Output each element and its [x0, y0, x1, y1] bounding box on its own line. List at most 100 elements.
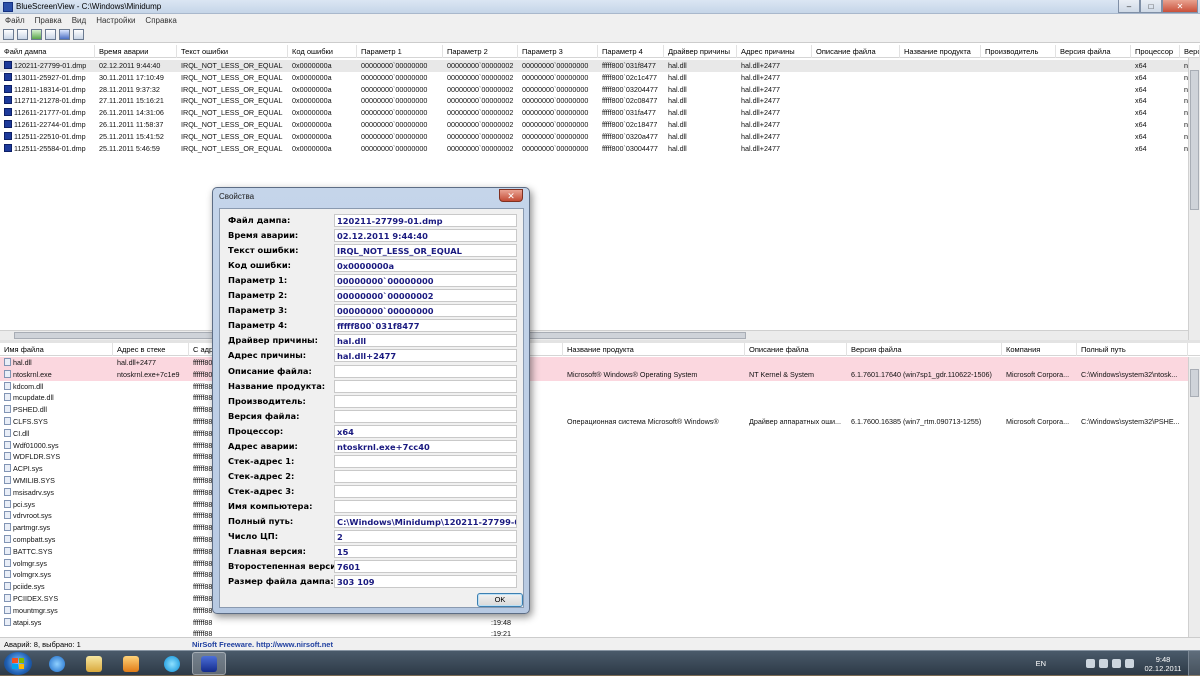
module-row[interactable]: vdrvroot.sysffffff88:19:11	[0, 510, 1188, 522]
refresh-icon[interactable]	[31, 28, 42, 40]
module-row[interactable]: WDFLDR.SYSffffff88:20:07	[0, 451, 1188, 463]
property-value-field[interactable]: 15	[334, 545, 517, 559]
property-value-field[interactable]: ntoskrnl.exe+7cc40	[334, 439, 517, 453]
column-header[interactable]: Полный путь	[1077, 343, 1188, 356]
column-header[interactable]: Адрес в стеке	[113, 343, 189, 356]
tray-expand-icon[interactable]	[1086, 659, 1095, 668]
column-header[interactable]: Описание файла	[745, 343, 847, 356]
show-desktop-button[interactable]	[1188, 651, 1200, 676]
module-row[interactable]: CI.dllffffff88:19:57	[0, 428, 1188, 440]
property-value-field[interactable]: 303 109	[334, 575, 517, 589]
property-value-field[interactable]: 00000000`00000000	[334, 274, 517, 288]
taskbar-bluescreenview[interactable]	[192, 652, 226, 675]
crash-row[interactable]: 113011-25927-01.dmp 30.11.2011 17:10:49 IR…	[0, 72, 1198, 84]
copy-icon[interactable]	[17, 28, 28, 40]
column-header[interactable]: Компания	[1002, 343, 1077, 356]
menu-view[interactable]: Вид	[67, 16, 91, 25]
property-value-field[interactable]: 02.12.2011 9:44:40	[334, 229, 517, 243]
menu-file[interactable]: Файл	[0, 16, 30, 25]
menu-settings[interactable]: Настройки	[91, 16, 140, 25]
html-report-icon[interactable]	[59, 28, 70, 40]
column-header[interactable]: Адрес причины	[737, 45, 812, 58]
module-row[interactable]: kdcom.dllffffff88:52:49	[0, 381, 1188, 393]
property-value-field[interactable]	[334, 379, 517, 393]
property-value-field[interactable]	[334, 499, 517, 513]
clock[interactable]: 9:48 02.12.2011	[1138, 655, 1188, 673]
property-value-field[interactable]	[334, 409, 517, 423]
module-row[interactable]: CLFS.SYSffffff88:32:23Операционная систе…	[0, 416, 1188, 428]
property-value-field[interactable]: 2	[334, 530, 517, 544]
crash-row[interactable]: 112811-18314-01.dmp 28.11.2011 9:37:32 IRQ…	[0, 84, 1198, 96]
module-table-vscroll-thumb[interactable]	[1190, 369, 1199, 397]
property-value-field[interactable]: fffff800`031f8477	[334, 319, 517, 333]
taskbar-skype[interactable]	[155, 652, 189, 675]
exit-icon[interactable]	[73, 28, 84, 40]
start-button[interactable]	[4, 652, 32, 675]
taskbar-media-player[interactable]	[114, 652, 148, 675]
module-row[interactable]: atapi.sys ffffff88:19:48	[0, 617, 1188, 629]
property-value-field[interactable]	[334, 454, 517, 468]
module-row[interactable]: ACPI.sysffffff88:19:54	[0, 463, 1188, 475]
column-header[interactable]: Версия файла	[847, 343, 1002, 356]
title-bar[interactable]: BlueScreenView - C:\Windows\Minidump – □…	[0, 0, 1200, 14]
crash-table-hscrollbar[interactable]	[0, 330, 1188, 340]
property-value-field[interactable]	[334, 364, 517, 378]
module-row[interactable]: compbatt.sysffffff88:20:00	[0, 534, 1188, 546]
column-header[interactable]: Версия	[1180, 45, 1200, 58]
module-row[interactable]: pci.sysffffff88:19:26	[0, 499, 1188, 511]
column-header[interactable]: Параметр 2	[443, 45, 518, 58]
minimize-button[interactable]: –	[1118, 0, 1140, 13]
crash-row[interactable]: 112611-22744-01.dmp 26.11.2011 11:58:37 IR…	[0, 119, 1198, 131]
column-header[interactable]: Параметр 1	[357, 45, 443, 58]
column-header[interactable]: Название продукта	[900, 45, 981, 58]
module-row[interactable]: partmgr.sysffffff88:01:31	[0, 522, 1188, 534]
module-table-vscrollbar[interactable]	[1188, 357, 1200, 637]
crash-row[interactable]: 112611-21777-01.dmp 26.11.2011 14:31:06 IR…	[0, 107, 1198, 119]
property-value-field[interactable]: 120211-27799-01.dmp	[334, 214, 517, 227]
save-icon[interactable]	[3, 28, 14, 40]
property-value-field[interactable]: 00000000`00000000	[334, 304, 517, 318]
module-row[interactable]: mountmgr.sysffffff88:19:49	[0, 605, 1188, 617]
column-header[interactable]: Текст ошибки	[177, 45, 288, 58]
crash-row[interactable]: 112711-21278-01.dmp 27.11.2011 15:16:21 IR…	[0, 95, 1198, 107]
module-row[interactable]: volmgrx.sysffffff88:31:01	[0, 569, 1188, 581]
property-value-field[interactable]: x64	[334, 424, 517, 438]
property-value-field[interactable]: hal.dll	[334, 334, 517, 348]
property-value-field[interactable]: 00000000`00000002	[334, 289, 517, 303]
properties-icon[interactable]	[45, 28, 56, 40]
module-row[interactable]: pciide.sysffffff88:19:28	[0, 581, 1188, 593]
crash-table-vscroll-thumb[interactable]	[1190, 70, 1199, 210]
column-header[interactable]: Время аварии	[95, 45, 177, 58]
module-row[interactable]: volmgr.sysffffff88:31:02	[0, 558, 1188, 570]
property-value-field[interactable]	[334, 469, 517, 483]
close-button[interactable]: ✕	[1162, 0, 1198, 13]
property-value-field[interactable]: hal.dll+2477	[334, 349, 517, 363]
column-header[interactable]: Процессор	[1131, 45, 1180, 58]
module-row[interactable]: ntoskrnl.exentoskrnl.exe+7c1e9ffffff80:5…	[0, 368, 1188, 381]
module-row[interactable]: msisadrv.sysffffff88:19:51	[0, 487, 1188, 499]
menu-help[interactable]: Справка	[140, 16, 181, 25]
crash-table-vscrollbar[interactable]	[1188, 58, 1200, 340]
column-header[interactable]: Версия файла	[1056, 45, 1131, 58]
module-row[interactable]: PCIIDEX.SYSffffff88:20:43	[0, 593, 1188, 605]
column-header[interactable]: Параметр 4	[598, 45, 664, 58]
taskbar-file-explorer[interactable]	[77, 652, 111, 675]
crash-row[interactable]: 112511-25584-01.dmp 25.11.2011 5:46:59 IRQ…	[0, 143, 1198, 155]
taskbar-internet-explorer[interactable]	[40, 652, 74, 675]
property-value-field[interactable]: 7601	[334, 560, 517, 574]
menu-edit[interactable]: Правка	[30, 16, 67, 25]
column-header[interactable]: Производитель	[981, 45, 1056, 58]
column-header[interactable]: Параметр 3	[518, 45, 598, 58]
property-value-field[interactable]: IRQL_NOT_LESS_OR_EQUAL	[334, 244, 517, 258]
dialog-close-button[interactable]: ✕	[499, 189, 523, 202]
column-header[interactable]: Код ошибки	[288, 45, 357, 58]
crash-row[interactable]: 112511-22510-01.dmp 25.11.2011 15:41:52 IR…	[0, 131, 1198, 143]
column-header[interactable]: Имя файла	[0, 343, 113, 356]
column-header[interactable]: Файл дампа	[0, 45, 95, 58]
property-value-field[interactable]: C:\Windows\Minidump\120211-27799-01.dmp	[334, 515, 517, 528]
property-value-field[interactable]	[334, 394, 517, 408]
module-row[interactable]: mcupdate.dllffffff88:52:49	[0, 392, 1188, 404]
column-header[interactable]: Название продукта	[563, 343, 745, 356]
module-row[interactable]: BATTC.SYSffffff88:53:23	[0, 546, 1188, 558]
property-value-field[interactable]	[334, 484, 517, 498]
